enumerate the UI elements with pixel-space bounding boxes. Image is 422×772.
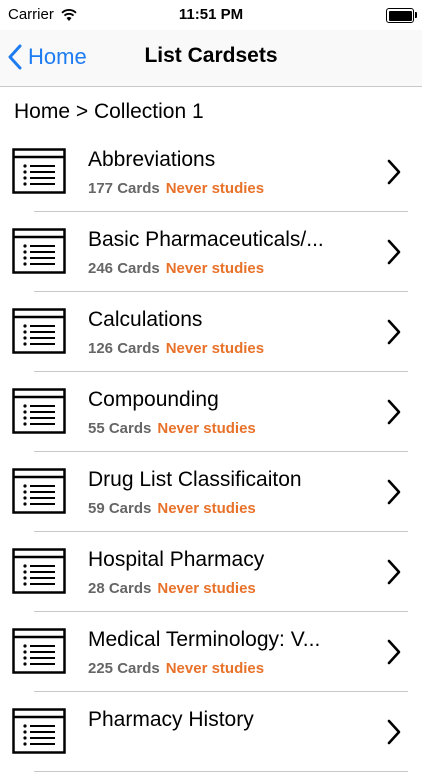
- list-document-icon: [12, 708, 66, 754]
- list-document-icon: [12, 388, 66, 434]
- cardset-row[interactable]: Basic Pharmaceuticals/... 246 Cards Never…: [0, 212, 422, 292]
- list-document-icon: [12, 308, 66, 354]
- study-status: Never studies: [157, 580, 256, 597]
- card-count: 246 Cards: [88, 260, 160, 277]
- cardset-title: Medical Terminology: V...: [88, 628, 321, 651]
- page-title: List Cardsets: [144, 44, 278, 67]
- cardset-title: Compounding: [88, 388, 219, 411]
- cardset-meta: 126 Cards Never studies: [88, 340, 264, 357]
- study-status: Never studies: [165, 660, 265, 677]
- cardset-title: Calculations: [88, 308, 203, 331]
- cardset-row[interactable]: Calculations 126 Cards Never studies: [0, 292, 422, 372]
- study-status: Never studies: [157, 420, 256, 437]
- card-count: 28 Cards: [88, 580, 152, 597]
- battery-icon: [386, 8, 417, 23]
- list-document-icon: [12, 228, 66, 274]
- list-document-icon: [12, 148, 66, 194]
- chevron-right-icon: [387, 399, 401, 425]
- card-count: 55 Cards: [88, 420, 152, 437]
- cardset-meta: 225 Cards Never studies: [88, 660, 264, 677]
- chevron-right-icon: [387, 719, 401, 745]
- cardset-meta: [88, 740, 94, 757]
- cardset-meta: 59 Cards Never studies: [88, 500, 256, 517]
- cardset-title: Pharmacy History: [88, 708, 254, 731]
- cardset-row[interactable]: Drug List Classificaiton 59 Cards Never s…: [0, 452, 422, 532]
- study-status: Never studies: [165, 260, 265, 277]
- cardset-row[interactable]: Hospital Pharmacy 28 Cards Never studies: [0, 532, 422, 612]
- status-bar: Carrier 11:51 PM: [0, 0, 422, 30]
- list-document-icon: [12, 468, 66, 514]
- chevron-right-icon: [387, 559, 401, 585]
- cardset-row[interactable]: Compounding 55 Cards Never studies: [0, 372, 422, 452]
- card-count: 177 Cards: [88, 180, 160, 197]
- list-document-icon: [12, 548, 66, 594]
- cardset-meta: 177 Cards Never studies: [88, 180, 264, 197]
- chevron-right-icon: [387, 639, 401, 665]
- cardset-meta: 28 Cards Never studies: [88, 580, 256, 597]
- study-status: Never studies: [165, 340, 265, 357]
- cardset-row[interactable]: Medical Terminology: V... 225 Cards Never…: [0, 612, 422, 692]
- cardset-title: Hospital Pharmacy: [88, 548, 265, 571]
- cardset-meta: 246 Cards Never studies: [88, 260, 264, 277]
- status-time: 11:51 PM: [178, 6, 244, 23]
- card-count: 59 Cards: [88, 500, 152, 517]
- chevron-right-icon: [387, 479, 401, 505]
- chevron-right-icon: [387, 319, 401, 345]
- study-status: Never studies: [157, 500, 256, 517]
- card-count: 126 Cards: [88, 340, 160, 357]
- cardset-title: Drug List Classificaiton: [88, 468, 302, 491]
- cardset-title: Basic Pharmaceuticals/...: [88, 228, 324, 251]
- breadcrumb: Home > Collection 1: [14, 100, 204, 123]
- navigation-bar: Home List Cardsets: [0, 30, 422, 87]
- study-status: Never studies: [165, 180, 265, 197]
- cardset-meta: 55 Cards Never studies: [88, 420, 256, 437]
- card-count: 225 Cards: [88, 660, 160, 677]
- list-document-icon: [12, 628, 66, 674]
- cardset-row[interactable]: Abbreviations 177 Cards Never studies: [0, 132, 422, 212]
- chevron-right-icon: [387, 159, 401, 185]
- chevron-right-icon: [387, 239, 401, 265]
- cardset-list: Abbreviations 177 Cards Never studies Bas…: [0, 132, 422, 772]
- cardset-title: Abbreviations: [88, 148, 216, 171]
- cardset-row[interactable]: Pharmacy History: [0, 692, 422, 772]
